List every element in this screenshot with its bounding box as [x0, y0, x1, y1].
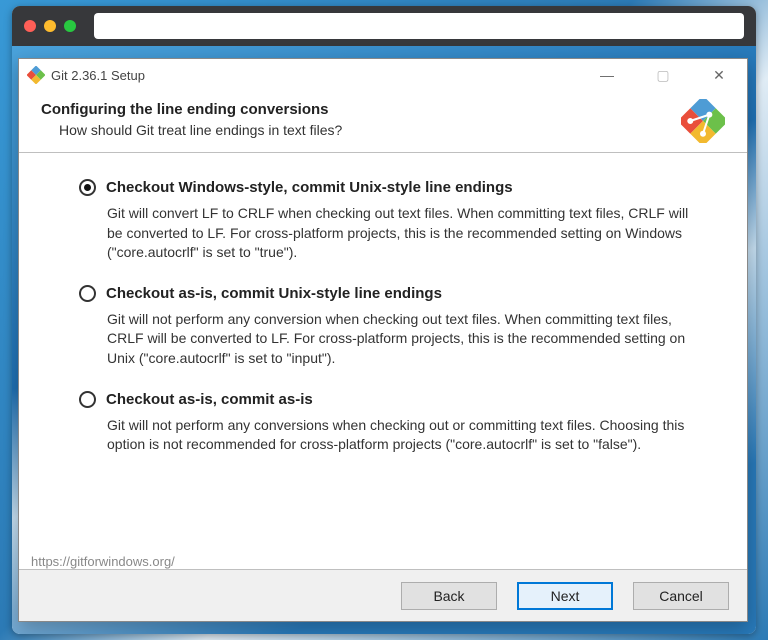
option-description: Git will convert LF to CRLF when checkin…: [107, 204, 697, 263]
traffic-light-close-icon[interactable]: [24, 20, 36, 32]
browser-url-field[interactable]: [94, 13, 744, 39]
git-logo-large-icon: [681, 99, 725, 143]
option-description: Git will not perform any conversions whe…: [107, 416, 697, 455]
traffic-light-minimize-icon[interactable]: [44, 20, 56, 32]
wizard-body: Checkout Windows-style, commit Unix-styl…: [19, 153, 747, 569]
maximize-icon[interactable]: ▢: [649, 68, 677, 82]
option-label: Checkout as-is, commit Unix-style line e…: [106, 285, 442, 302]
window-title: Git 2.36.1 Setup: [51, 68, 145, 83]
installer-window: Git 2.36.1 Setup — ▢ ✕ Configuring the l…: [18, 58, 748, 622]
wizard-button-bar: Back Next Cancel: [19, 569, 747, 621]
option-label: Checkout Windows-style, commit Unix-styl…: [106, 179, 513, 196]
traffic-light-zoom-icon[interactable]: [64, 20, 76, 32]
git-icon: [27, 66, 45, 84]
window-titlebar: Git 2.36.1 Setup — ▢ ✕: [19, 59, 747, 91]
radio-icon[interactable]: [79, 391, 96, 408]
option-crlf-false[interactable]: Checkout as-is, commit as-is Git will no…: [79, 391, 703, 455]
option-label: Checkout as-is, commit as-is: [106, 391, 313, 408]
page-title: Configuring the line ending conversions: [41, 101, 725, 118]
browser-titlebar: [12, 6, 756, 46]
back-button[interactable]: Back: [401, 582, 497, 610]
cancel-button[interactable]: Cancel: [633, 582, 729, 610]
minimize-icon[interactable]: —: [593, 68, 621, 82]
browser-window: Git 2.36.1 Setup — ▢ ✕ Configuring the l…: [12, 6, 756, 634]
radio-icon[interactable]: [79, 285, 96, 302]
radio-icon[interactable]: [79, 179, 96, 196]
close-icon[interactable]: ✕: [705, 68, 733, 82]
next-button[interactable]: Next: [517, 582, 613, 610]
window-controls: — ▢ ✕: [593, 68, 739, 82]
option-crlf-windows[interactable]: Checkout Windows-style, commit Unix-styl…: [79, 179, 703, 263]
footer-link[interactable]: https://gitforwindows.org/: [31, 554, 175, 569]
page-subtitle: How should Git treat line endings in tex…: [59, 122, 725, 138]
option-crlf-input[interactable]: Checkout as-is, commit Unix-style line e…: [79, 285, 703, 369]
option-description: Git will not perform any conversion when…: [107, 310, 697, 369]
wizard-header: Configuring the line ending conversions …: [19, 91, 747, 153]
